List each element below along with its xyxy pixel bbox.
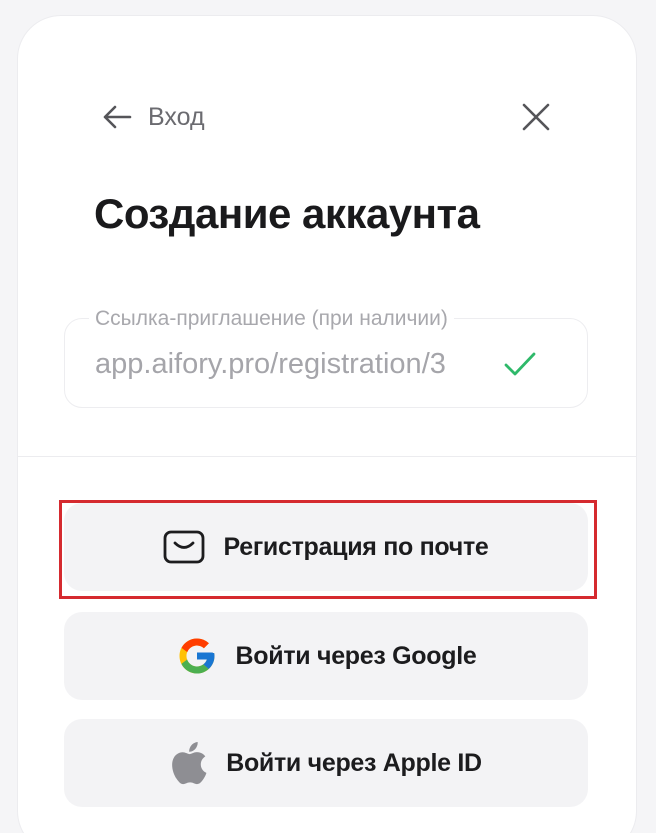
apple-login-label: Войти через Apple ID — [226, 748, 482, 777]
check-icon — [504, 352, 536, 376]
back-label: Вход — [148, 102, 205, 131]
header: Вход — [100, 100, 552, 136]
close-icon[interactable] — [520, 101, 552, 133]
invite-link-field[interactable]: Ссылка-приглашение (при наличии) — [64, 307, 588, 408]
registration-card — [17, 15, 637, 833]
google-login-button[interactable]: Войти через Google — [64, 612, 588, 700]
highlight-box — [59, 500, 597, 599]
arrow-left-icon — [103, 105, 132, 129]
google-login-label: Войти через Google — [235, 641, 477, 670]
back-button[interactable]: Вход — [100, 100, 205, 134]
page-title: Создание аккаунта — [94, 190, 480, 237]
invite-link-label: Ссылка-приглашение (при наличии) — [89, 307, 454, 331]
google-icon — [179, 638, 215, 674]
divider — [18, 456, 636, 457]
invite-link-input[interactable] — [95, 348, 499, 381]
apple-login-button[interactable]: Войти через Apple ID — [64, 719, 588, 807]
apple-icon — [172, 742, 207, 785]
